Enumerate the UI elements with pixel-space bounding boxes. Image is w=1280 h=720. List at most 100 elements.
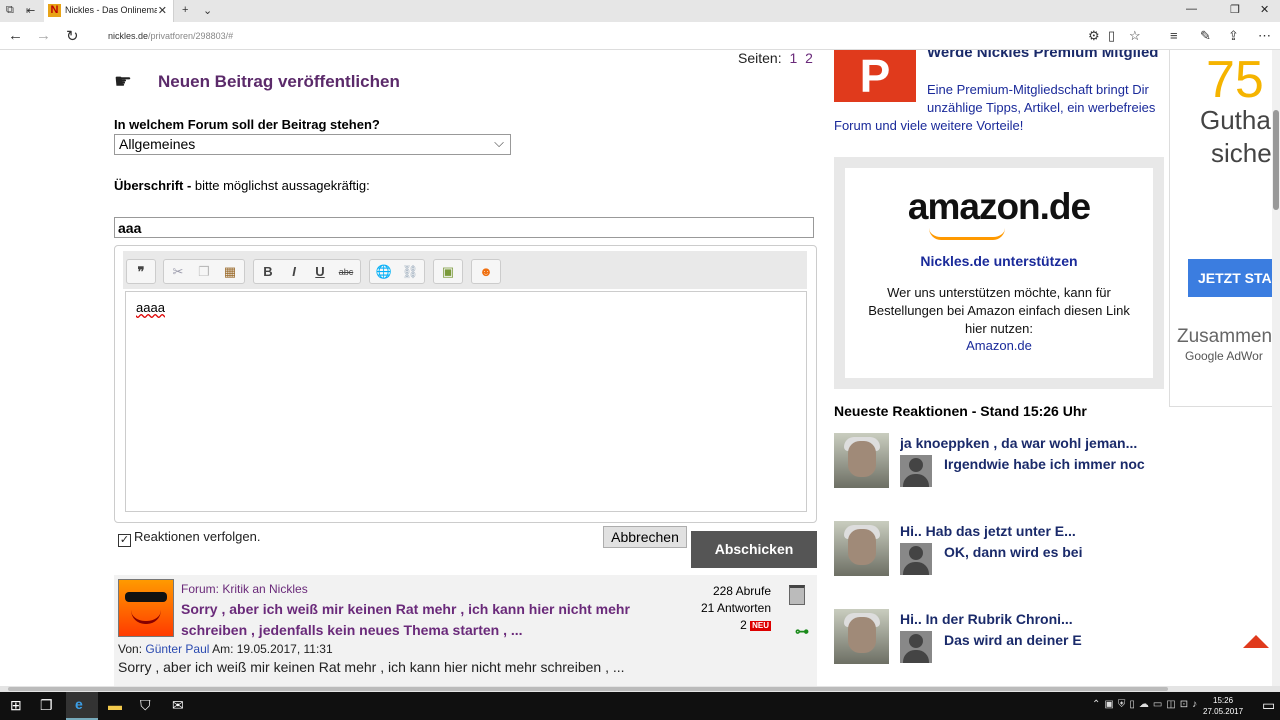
- back-arrow-icon[interactable]: ←: [8, 27, 23, 44]
- post-byline: Von: Günter Paul Am: 19.05.2017, 11:31: [118, 642, 333, 656]
- trash-icon[interactable]: [789, 585, 805, 605]
- tab-preview-chevron-icon[interactable]: ⌄: [203, 4, 212, 17]
- tab-list-icon[interactable]: ⧉: [6, 4, 14, 17]
- subject-label-rest: bitte möglichst aussagekräftig:: [191, 178, 370, 193]
- amazon-text: Wer uns unterstützen möchte, kann für Be…: [868, 285, 1130, 336]
- minimize-window-icon[interactable]: —: [1186, 3, 1197, 15]
- taskbar-clock[interactable]: 15:26 27.05.2017: [1203, 695, 1243, 717]
- post-title-link[interactable]: Sorry , aber ich weiß mir keinen Rat meh…: [181, 599, 641, 641]
- pointing-hand-icon: ☛: [114, 71, 132, 93]
- share-icon[interactable]: ⇪: [1228, 28, 1239, 44]
- new-tab-icon[interactable]: +: [182, 4, 188, 16]
- page-link-1[interactable]: 1: [789, 50, 797, 66]
- cut-icon[interactable]: ✂: [167, 263, 189, 281]
- paste-icon[interactable]: ▦: [219, 263, 241, 281]
- premium-description-2[interactable]: Forum und viele weitere Vorteile!: [834, 118, 1164, 133]
- edge-icon: e: [75, 696, 83, 712]
- extension-icon[interactable]: ⚙: [1088, 28, 1100, 44]
- page-link-2[interactable]: 2: [805, 50, 813, 66]
- default-avatar-icon: [900, 543, 932, 575]
- toolbar-group-clipboard: ✂ ❐ ▦: [163, 259, 245, 284]
- store-icon[interactable]: ⛉: [140, 697, 151, 714]
- insert-image-icon[interactable]: ▣: [437, 263, 459, 281]
- post-date: Am: 19.05.2017, 11:31: [212, 642, 333, 656]
- reaction-item[interactable]: ja knoeppken , da war wohl jeman... Irge…: [834, 433, 1164, 489]
- smiley-icon[interactable]: ☻: [475, 263, 497, 281]
- url-field[interactable]: nickles.de/privatforen/298803/#: [108, 31, 233, 41]
- mail-icon[interactable]: ✉: [172, 697, 184, 714]
- bold-icon[interactable]: B: [257, 263, 279, 281]
- toolbar-group-smiley: ☻: [471, 259, 501, 284]
- amazon-link[interactable]: Amazon.de: [845, 338, 1153, 353]
- premium-description[interactable]: Eine Premium-Mitgliedschaft bringt Dir u…: [927, 81, 1167, 117]
- pagination: Seiten: 1 2: [738, 50, 813, 66]
- pin-icon[interactable]: ⊶: [795, 623, 809, 640]
- windows-taskbar: ⊞ ❐ e ▬ ⛉ ✉ ⌃▣⛨▯☁▭◫⊡♪ 15:26 27.05.2017 ▭: [0, 692, 1280, 720]
- author-link[interactable]: Günter Paul: [145, 642, 209, 656]
- post-new-count: 2: [740, 618, 747, 632]
- scroll-to-top-icon[interactable]: [1243, 635, 1269, 648]
- reaction-reply[interactable]: OK, dann wird es bei: [944, 544, 1156, 560]
- ad-line-4: Google AdWor: [1185, 349, 1263, 363]
- browser-address-bar: ← → ↻ nickles.de/privatforen/298803/# ⚙ …: [0, 22, 1280, 50]
- insert-link-icon[interactable]: 🌐: [373, 263, 395, 281]
- pagination-label: Seiten:: [738, 50, 782, 66]
- submit-button[interactable]: Abschicken: [691, 531, 817, 568]
- forum-select[interactable]: Allgemeines ⌵: [114, 134, 511, 155]
- web-note-icon[interactable]: ✎: [1200, 28, 1211, 44]
- post-forum-link[interactable]: Forum: Kritik an Nickles: [181, 582, 308, 596]
- close-tab-icon[interactable]: ✕: [158, 4, 167, 17]
- quote-icon[interactable]: ❞: [130, 263, 152, 281]
- subject-input[interactable]: aaa: [114, 217, 814, 238]
- related-post: Forum: Kritik an Nickles Sorry , aber ic…: [114, 575, 817, 686]
- amazon-logo[interactable]: amazon.de: [845, 186, 1153, 228]
- favorite-star-icon[interactable]: ☆: [1129, 28, 1141, 44]
- set-aside-tabs-icon[interactable]: ⇤: [26, 4, 35, 17]
- reaction-title[interactable]: ja knoeppken , da war wohl jeman...: [900, 435, 1160, 451]
- follow-reactions-checkbox[interactable]: ✓ Reaktionen verfolgen.: [118, 529, 260, 547]
- reaction-reply[interactable]: Das wird an deiner E: [944, 632, 1156, 648]
- scrollbar-thumb[interactable]: [8, 687, 1168, 691]
- windows-start-icon[interactable]: ⊞: [10, 697, 22, 714]
- reading-view-icon[interactable]: ▯: [1108, 28, 1115, 44]
- reaction-item[interactable]: Hi.. Hab das jetzt unter E... OK, dann w…: [834, 521, 1164, 577]
- reaction-title[interactable]: Hi.. Hab das jetzt unter E...: [900, 523, 1160, 539]
- hub-icon[interactable]: ≡: [1170, 28, 1178, 43]
- italic-icon[interactable]: I: [283, 263, 305, 281]
- amazon-box: amazon.de Nickles.de unterstützen Wer un…: [834, 157, 1164, 389]
- default-avatar-icon: [900, 631, 932, 663]
- editor-body[interactable]: aaaa: [125, 291, 807, 512]
- reaction-reply[interactable]: Irgendwie habe ich immer noc: [944, 456, 1156, 472]
- amazon-smile-icon: [929, 228, 1005, 240]
- amazon-inner: amazon.de Nickles.de unterstützen Wer un…: [845, 168, 1153, 378]
- system-tray-icons[interactable]: ⌃▣⛨▯☁▭◫⊡♪: [1092, 699, 1201, 710]
- checkbox-checked-icon[interactable]: ✓: [118, 534, 131, 547]
- browser-tab-active[interactable]: N Nickles - Das Onlinemagazin ✕: [44, 0, 174, 22]
- cancel-button[interactable]: Abbrechen: [603, 526, 687, 548]
- forward-arrow-icon[interactable]: →: [36, 27, 51, 44]
- editor-text: aaaa: [136, 300, 165, 315]
- copy-icon[interactable]: ❐: [193, 263, 215, 281]
- toolbar-group-quote: ❞: [126, 259, 156, 284]
- file-explorer-icon[interactable]: ▬: [108, 697, 122, 713]
- remove-link-icon[interactable]: ⛓: [399, 263, 421, 281]
- post-answers: 21 Antworten: [700, 601, 771, 615]
- task-view-icon[interactable]: ❐: [40, 697, 53, 714]
- underline-icon[interactable]: U: [309, 263, 331, 281]
- reaction-item[interactable]: Hi.. In der Rubrik Chroni... Das wird an…: [834, 609, 1164, 665]
- edge-taskbar-button[interactable]: e: [66, 692, 98, 720]
- ad-cta-button[interactable]: JETZT STA: [1188, 259, 1280, 297]
- scrollbar-thumb[interactable]: [1273, 110, 1279, 210]
- reaction-title[interactable]: Hi.. In der Rubrik Chroni...: [900, 611, 1160, 627]
- url-domain: nickles.de: [108, 31, 149, 41]
- refresh-icon[interactable]: ↻: [66, 27, 79, 45]
- premium-logo[interactable]: P: [834, 50, 916, 102]
- vertical-scrollbar[interactable]: [1272, 50, 1280, 686]
- notifications-icon[interactable]: ▭: [1262, 697, 1275, 714]
- close-window-icon[interactable]: ✕: [1260, 3, 1269, 16]
- more-menu-icon[interactable]: ⋯: [1258, 28, 1271, 44]
- premium-title[interactable]: Werde Nickles Premium Mitglied: [927, 50, 1167, 62]
- advertisement[interactable]: 75 Guthab sicher JETZT STA Zusammen Goog…: [1169, 50, 1280, 407]
- restore-window-icon[interactable]: ❐: [1230, 3, 1240, 16]
- strikethrough-icon[interactable]: abc: [335, 263, 357, 281]
